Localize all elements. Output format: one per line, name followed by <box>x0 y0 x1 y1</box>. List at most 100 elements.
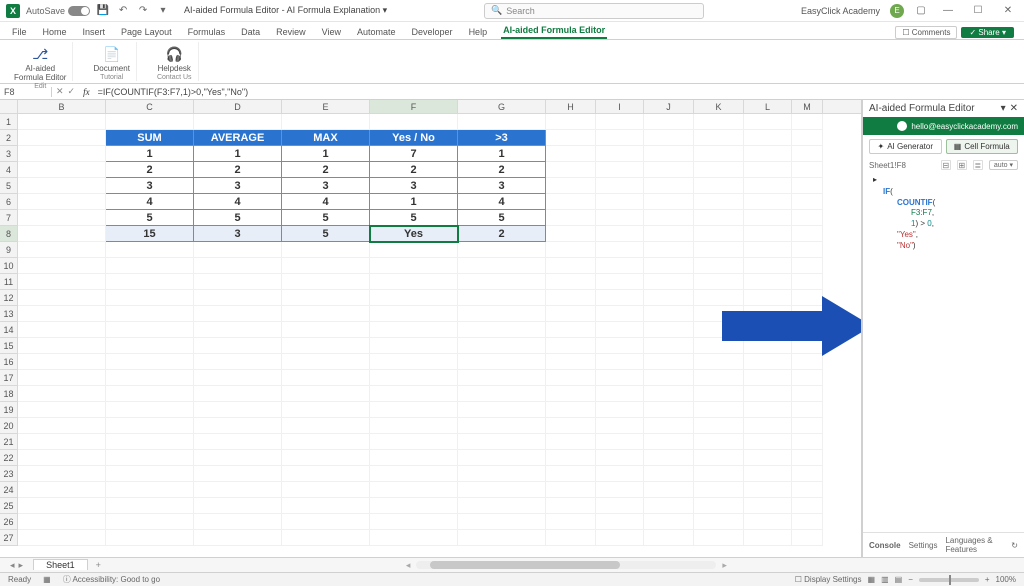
cell-D12[interactable] <box>194 290 282 306</box>
cell-B6[interactable] <box>18 194 106 210</box>
cell-K8[interactable] <box>694 226 744 242</box>
auto-dropdown[interactable]: auto ▾ <box>989 160 1018 170</box>
cell-I13[interactable] <box>596 306 644 322</box>
cell-F16[interactable] <box>370 354 458 370</box>
cell-L19[interactable] <box>744 402 792 418</box>
cell-D14[interactable] <box>194 322 282 338</box>
row-header-4[interactable]: 4 <box>0 162 18 178</box>
cell-E19[interactable] <box>282 402 370 418</box>
cell-I22[interactable] <box>596 450 644 466</box>
col-header-C[interactable]: C <box>106 100 194 113</box>
minimize-button[interactable]: — <box>938 5 958 16</box>
cell-C5[interactable]: 3 <box>106 178 194 194</box>
cell-C10[interactable] <box>106 258 194 274</box>
cell-G18[interactable] <box>458 386 546 402</box>
cell-I16[interactable] <box>596 354 644 370</box>
cell-C20[interactable] <box>106 418 194 434</box>
close-button[interactable]: ✕ <box>998 5 1018 16</box>
cell-L5[interactable] <box>744 178 792 194</box>
cell-L1[interactable] <box>744 114 792 130</box>
cell-F24[interactable] <box>370 482 458 498</box>
cell-E23[interactable] <box>282 466 370 482</box>
cell-M22[interactable] <box>792 450 823 466</box>
col-header-L[interactable]: L <box>744 100 792 113</box>
cell-G13[interactable] <box>458 306 546 322</box>
cell-L2[interactable] <box>744 130 792 146</box>
cell-C9[interactable] <box>106 242 194 258</box>
cell-F11[interactable] <box>370 274 458 290</box>
hscroll-thumb[interactable] <box>430 561 620 569</box>
cell-L23[interactable] <box>744 466 792 482</box>
cell-K5[interactable] <box>694 178 744 194</box>
cell-B1[interactable] <box>18 114 106 130</box>
cell-D7[interactable]: 5 <box>194 210 282 226</box>
cell-M9[interactable] <box>792 242 823 258</box>
row-header-6[interactable]: 6 <box>0 194 18 210</box>
cell-D16[interactable] <box>194 354 282 370</box>
cell-J23[interactable] <box>644 466 694 482</box>
cell-C6[interactable]: 4 <box>106 194 194 210</box>
cell-F5[interactable]: 3 <box>370 178 458 194</box>
cell-K1[interactable] <box>694 114 744 130</box>
formula-tree-line[interactable]: "Yes", <box>873 230 1014 241</box>
cell-F17[interactable] <box>370 370 458 386</box>
row-header-1[interactable]: 1 <box>0 114 18 130</box>
cell-J3[interactable] <box>644 146 694 162</box>
cell-H13[interactable] <box>546 306 596 322</box>
cell-C24[interactable] <box>106 482 194 498</box>
cell-L26[interactable] <box>744 514 792 530</box>
row-header-23[interactable]: 23 <box>0 466 18 482</box>
panel-dropdown-icon[interactable]: ▾ <box>1001 103 1006 114</box>
cell-M19[interactable] <box>792 402 823 418</box>
cell-M17[interactable] <box>792 370 823 386</box>
cell-I21[interactable] <box>596 434 644 450</box>
cell-I19[interactable] <box>596 402 644 418</box>
cell-H16[interactable] <box>546 354 596 370</box>
row-header-15[interactable]: 15 <box>0 338 18 354</box>
row-header-5[interactable]: 5 <box>0 178 18 194</box>
cell-E27[interactable] <box>282 530 370 546</box>
cell-F3[interactable]: 7 <box>370 146 458 162</box>
cell-B19[interactable] <box>18 402 106 418</box>
cell-M27[interactable] <box>792 530 823 546</box>
cell-B3[interactable] <box>18 146 106 162</box>
cell-H8[interactable] <box>546 226 596 242</box>
col-header-I[interactable]: I <box>596 100 644 113</box>
cell-E10[interactable] <box>282 258 370 274</box>
cell-M25[interactable] <box>792 498 823 514</box>
cell-B9[interactable] <box>18 242 106 258</box>
cell-F6[interactable]: 1 <box>370 194 458 210</box>
cell-F20[interactable] <box>370 418 458 434</box>
cell-F23[interactable] <box>370 466 458 482</box>
cell-D13[interactable] <box>194 306 282 322</box>
cell-E5[interactable]: 3 <box>282 178 370 194</box>
formula-input[interactable]: =IF(COUNTIF(F3:F7,1)>0,"Yes","No") <box>94 87 252 97</box>
cell-D26[interactable] <box>194 514 282 530</box>
ribbon-tab-automate[interactable]: Automate <box>355 25 398 39</box>
cell-C22[interactable] <box>106 450 194 466</box>
cell-M4[interactable] <box>792 162 823 178</box>
ribbon-tab-insert[interactable]: Insert <box>81 25 108 39</box>
cell-J2[interactable] <box>644 130 694 146</box>
cell-J8[interactable] <box>644 226 694 242</box>
collapse-icon[interactable]: ⊟ <box>941 160 951 170</box>
cell-F12[interactable] <box>370 290 458 306</box>
formula-tree-line[interactable]: COUNTIF( <box>873 198 1014 209</box>
cell-L6[interactable] <box>744 194 792 210</box>
cell-D1[interactable] <box>194 114 282 130</box>
cell-K19[interactable] <box>694 402 744 418</box>
row-header-16[interactable]: 16 <box>0 354 18 370</box>
cell-B8[interactable] <box>18 226 106 242</box>
cell-K23[interactable] <box>694 466 744 482</box>
cell-C7[interactable]: 5 <box>106 210 194 226</box>
cell-I4[interactable] <box>596 162 644 178</box>
cell-C2[interactable]: SUM <box>106 130 194 146</box>
cell-C19[interactable] <box>106 402 194 418</box>
cell-H26[interactable] <box>546 514 596 530</box>
cell-D27[interactable] <box>194 530 282 546</box>
cell-I7[interactable] <box>596 210 644 226</box>
footer-languages[interactable]: Languages & Features <box>945 536 995 554</box>
cell-C13[interactable] <box>106 306 194 322</box>
cell-J9[interactable] <box>644 242 694 258</box>
cell-C1[interactable] <box>106 114 194 130</box>
